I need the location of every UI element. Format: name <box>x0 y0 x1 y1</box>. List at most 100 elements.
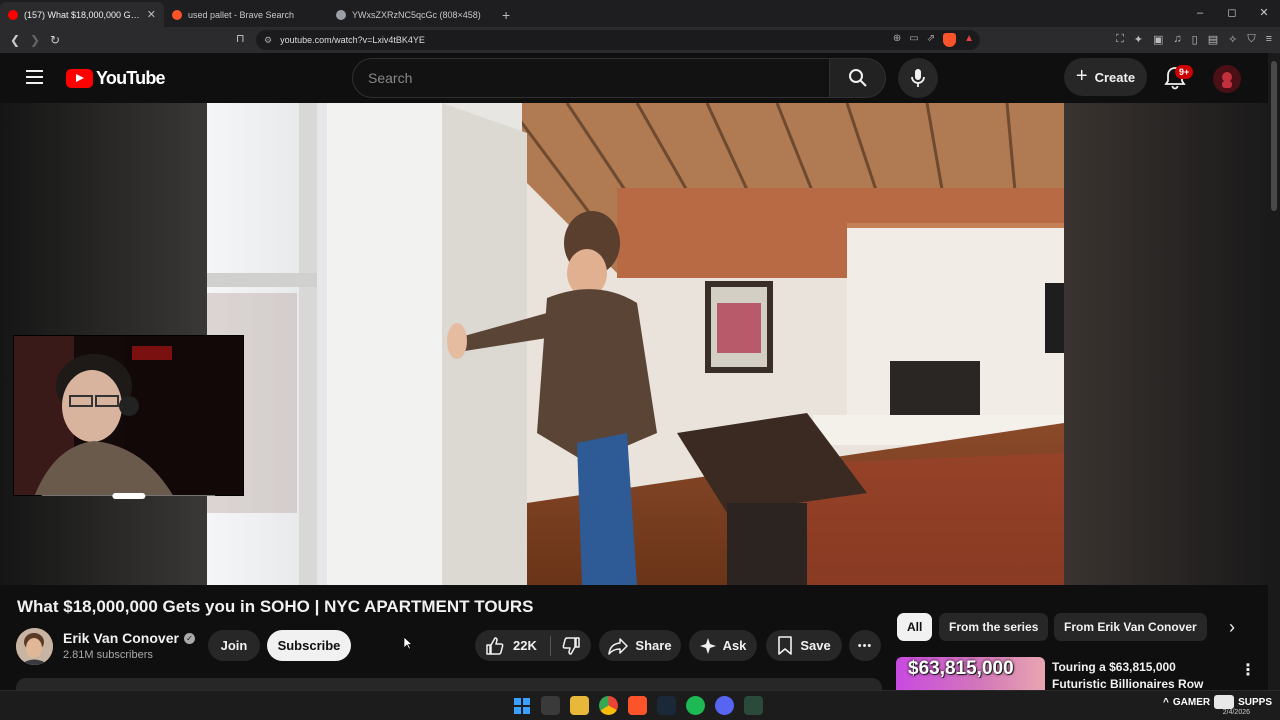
shield-icon[interactable]: ⛉ <box>1247 33 1255 46</box>
brave-shield-icon[interactable] <box>943 33 957 47</box>
tab-title: used pallet - Brave Search <box>188 9 295 20</box>
steam-icon[interactable] <box>657 696 676 715</box>
globe-icon <box>336 9 346 20</box>
reload-icon[interactable]: ↻ <box>45 33 65 47</box>
subscribe-label: Subscribe <box>277 638 341 653</box>
chip-from-the-series[interactable]: From the series <box>939 613 1049 641</box>
video-player[interactable] <box>0 103 1268 585</box>
ask-label: Ask <box>722 638 747 653</box>
address-bar[interactable]: ⚙ youtube.com/watch?v=Lxiv4tBK4YE ⊕ ▭ ⇗ … <box>256 30 980 50</box>
recommended-video-thumbnail[interactable]: $63,815,000 <box>896 657 1045 690</box>
system-tray: ^ GAMER SUPPS 2/4/2026 <box>1163 695 1272 716</box>
share-button[interactable]: Share <box>599 630 681 661</box>
brave-favicon-icon <box>172 9 182 20</box>
webcam-resize-handle[interactable] <box>13 493 244 499</box>
chevron-right-icon[interactable]: › <box>1222 617 1242 637</box>
more-actions-button[interactable]: ••• <box>849 630 881 661</box>
chip-from-channel[interactable]: From Erik Van Conover <box>1054 613 1207 641</box>
channel-avatar[interactable] <box>16 628 53 665</box>
browser-tab-brave-search[interactable]: used pallet - Brave Search <box>164 2 328 27</box>
dislike-button[interactable] <box>551 636 591 656</box>
create-label: Create <box>1094 69 1136 85</box>
more-dots-icon: ••• <box>857 639 873 652</box>
maximize-button[interactable]: ◻ <box>1216 0 1248 27</box>
youtube-logo[interactable]: YouTube <box>66 68 166 89</box>
back-icon[interactable]: ❮ <box>5 33 25 47</box>
window-controls: – ◻ ✕ <box>1184 0 1280 27</box>
channel-name-text: Erik Van Conover <box>63 630 179 646</box>
terminal-icon[interactable] <box>744 696 763 715</box>
search-input[interactable]: Search <box>352 58 830 98</box>
mouse-cursor-icon <box>404 637 413 650</box>
site-info-icon[interactable]: ⚙ <box>264 35 272 46</box>
like-button[interactable]: 22K <box>475 635 551 656</box>
close-tab-icon[interactable]: ✕ <box>147 8 156 21</box>
sponsor-logo-icon <box>1214 695 1235 709</box>
search-icon <box>848 69 867 87</box>
taskbar-apps <box>512 696 763 715</box>
search-placeholder: Search <box>368 70 413 86</box>
task-view-icon[interactable] <box>541 696 560 715</box>
spotify-icon[interactable] <box>686 696 705 715</box>
bookmark-icon[interactable]: ⊓ <box>236 32 245 45</box>
account-avatar[interactable] <box>1213 65 1241 93</box>
vpn-icon[interactable]: ⛶ <box>1116 33 1124 46</box>
chip-all[interactable]: All <box>897 613 933 641</box>
ambient-glow-right <box>1064 103 1268 585</box>
sponsor-overlay-text: GAMER <box>1172 696 1211 708</box>
sidebar-icon[interactable]: ▯ <box>1192 33 1198 46</box>
file-explorer-icon[interactable] <box>570 696 589 715</box>
tray-chevron-icon[interactable]: ^ <box>1163 697 1169 708</box>
guide-menu-icon[interactable] <box>26 70 43 84</box>
discord-icon[interactable] <box>715 696 734 715</box>
subscribe-button[interactable]: Subscribe <box>267 630 351 661</box>
scrollbar-thumb[interactable] <box>1271 61 1277 211</box>
bookmark-save-icon <box>778 636 793 655</box>
browser-tab-youtube[interactable]: (157) What $18,000,000 Gets ✕ <box>0 2 164 27</box>
thumbs-down-icon <box>562 636 580 655</box>
channel-avatar-image <box>16 628 53 665</box>
close-window-button[interactable]: ✕ <box>1248 0 1280 27</box>
create-button[interactable]: + Create <box>1064 58 1147 96</box>
media-icon[interactable]: ♫ <box>1173 33 1181 46</box>
sponsor-overlay-brand: SUPPS <box>1238 696 1272 708</box>
save-label: Save <box>800 638 831 653</box>
logo-text: YouTube <box>96 68 166 88</box>
youtube-masthead: YouTube Search + Create <box>0 53 1268 103</box>
browser-tab-image[interactable]: YWxsZXRzNC5qcGc (808×458) <box>328 2 492 27</box>
screenshot-icon[interactable]: ▣ <box>1153 33 1163 46</box>
join-button[interactable]: Join <box>208 630 260 661</box>
search-button[interactable] <box>829 58 886 98</box>
new-tab-button[interactable]: + <box>492 2 520 27</box>
wallet-icon[interactable]: ▤ <box>1208 33 1218 46</box>
video-frame[interactable] <box>207 103 1064 585</box>
webcam-feed-image <box>14 336 243 495</box>
cast-icon[interactable]: ▭ <box>909 33 918 47</box>
channel-name[interactable]: Erik Van Conover ✓ <box>63 630 195 646</box>
leo-ai-icon[interactable]: ✧ <box>1228 33 1237 46</box>
menu-icon[interactable]: ≡ <box>1266 33 1272 46</box>
voice-search-button[interactable] <box>898 58 938 98</box>
minimize-button[interactable]: – <box>1184 0 1216 27</box>
description-box[interactable] <box>16 678 882 690</box>
extensions-icon[interactable]: ✦ <box>1134 33 1143 46</box>
ask-button[interactable]: Ask <box>689 630 757 661</box>
brave-browser-icon[interactable] <box>628 696 647 715</box>
browser-tab-bar: (157) What $18,000,000 Gets ✕ used palle… <box>0 0 1280 27</box>
windows-start-icon[interactable] <box>512 696 531 715</box>
save-button[interactable]: Save <box>766 630 842 661</box>
thumbnail-text: $63,815,000 <box>908 658 1014 679</box>
forward-icon[interactable]: ❯ <box>25 33 45 47</box>
chrome-icon[interactable] <box>599 696 618 715</box>
brave-rewards-icon[interactable]: ▲ <box>964 33 974 47</box>
share-label: Share <box>635 638 672 653</box>
tray-date: 2/4/2026 <box>1222 709 1250 716</box>
page-scrollbar[interactable] <box>1268 53 1280 690</box>
zoom-icon[interactable]: ⊕ <box>893 33 901 47</box>
like-dislike-group: 22K <box>475 630 591 661</box>
notification-badge: 9+ <box>1175 65 1194 79</box>
url-text: youtube.com/watch?v=Lxiv4tBK4YE <box>280 35 425 45</box>
share-page-icon[interactable]: ⇗ <box>927 33 935 47</box>
thumbs-up-icon <box>486 636 504 655</box>
kebab-menu-icon[interactable]: ⋮ <box>1240 660 1256 680</box>
